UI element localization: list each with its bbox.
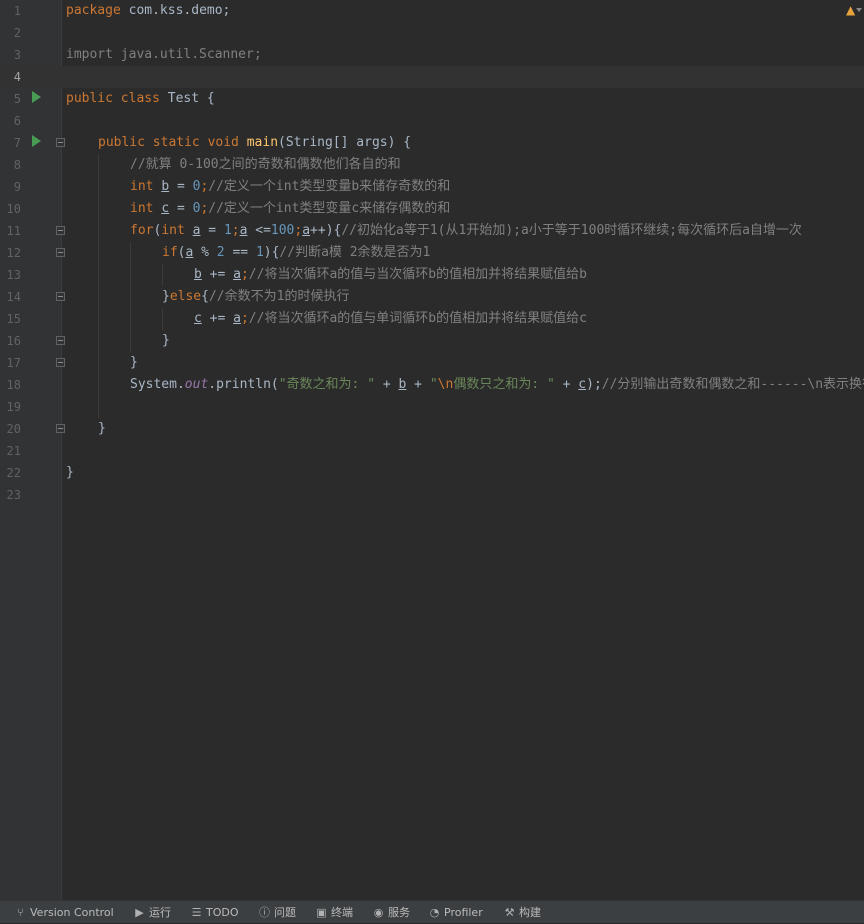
code-text: int b = 0;//定义一个int类型变量b来储存奇数的和: [130, 179, 451, 194]
line-number: 15: [6, 312, 21, 326]
tool-build[interactable]: ⚒ 构建: [503, 901, 541, 923]
fold-icon[interactable]: [56, 336, 65, 345]
warning-icon[interactable]: ▲: [846, 3, 855, 17]
fold-icon[interactable]: [56, 424, 65, 433]
build-icon: ⚒: [504, 906, 515, 919]
line-number: 4: [13, 70, 21, 84]
code-line[interactable]: 3 import java.util.Scanner;: [0, 44, 864, 66]
line-number: 14: [6, 290, 21, 304]
code-line[interactable]: 2: [0, 22, 864, 44]
fold-icon[interactable]: [56, 226, 65, 235]
code-comment: //就算 0-100之间的奇数和偶数他们各自的和: [130, 157, 401, 172]
terminal-icon: ▣: [316, 906, 327, 919]
code-text: }else{//余数不为1的时候执行: [162, 289, 350, 304]
code-line[interactable]: 11 for(int a = 1;a <=100;a++){//初始化a等于1(…: [0, 220, 864, 242]
fold-icon[interactable]: [56, 358, 65, 367]
line-number: 20: [6, 422, 21, 436]
fold-icon[interactable]: [56, 248, 65, 257]
line-number: 13: [6, 268, 21, 282]
code-text: }: [98, 421, 106, 436]
code-text: c += a;//将当次循环a的值与单词循环b的值相加并将结果赋值给c: [194, 311, 587, 326]
code-text: System.out.println("奇数之和为: " + b + "\n偶数…: [130, 377, 864, 392]
line-number: 6: [13, 114, 21, 128]
code-text: }: [130, 355, 138, 370]
line-number: 1: [13, 4, 21, 18]
code-text: if(a % 2 == 1){//判断a模 2余数是否为1: [162, 245, 431, 260]
code-line-current[interactable]: 4: [0, 66, 864, 88]
line-number: 8: [13, 158, 21, 172]
profiler-icon: ◔: [429, 906, 440, 919]
list-icon: ☰: [191, 906, 202, 919]
line-number: 7: [13, 136, 21, 150]
code-text: public class Test {: [66, 91, 215, 106]
fold-icon[interactable]: [56, 292, 65, 301]
code-line[interactable]: 9 int b = 0;//定义一个int类型变量b来储存奇数的和: [0, 176, 864, 198]
code-line[interactable]: 16 }: [0, 330, 864, 352]
line-number: 16: [6, 334, 21, 348]
code-line[interactable]: 22 }: [0, 462, 864, 484]
code-text: }: [162, 333, 170, 348]
code-line[interactable]: 20 }: [0, 418, 864, 440]
fold-icon[interactable]: [56, 138, 65, 147]
tool-services[interactable]: ◉ 服务: [372, 901, 410, 923]
line-number: 3: [13, 48, 21, 62]
line-number: 11: [6, 224, 21, 238]
run-main-icon[interactable]: [32, 135, 41, 147]
code-line[interactable]: 12 if(a % 2 == 1){//判断a模 2余数是否为1: [0, 242, 864, 264]
code-text: int c = 0;//定义一个int类型变量c来储存偶数的和: [130, 201, 451, 216]
line-number: 2: [13, 26, 21, 40]
tool-todo[interactable]: ☰ TODO: [190, 901, 239, 923]
tool-run[interactable]: ▶ 运行: [133, 901, 171, 923]
line-number: 21: [6, 444, 21, 458]
tool-window-bar: ⑂ Version Control ▶ 运行 ☰ TODO ⓘ 问题 ▣ 终端 ◉ 服务 ◔…: [0, 900, 864, 923]
tool-terminal[interactable]: ▣ 终端: [315, 901, 353, 923]
line-number: 22: [6, 466, 21, 480]
code-line[interactable]: 5 public class Test {: [0, 88, 864, 110]
tool-profiler[interactable]: ◔ Profiler: [428, 901, 483, 923]
code-line[interactable]: 1 package com.kss.demo;: [0, 0, 864, 22]
line-number: 10: [6, 202, 21, 216]
run-class-icon[interactable]: [32, 91, 41, 103]
chevron-down-icon[interactable]: [856, 8, 862, 12]
code-line[interactable]: 14 }else{//余数不为1的时候执行: [0, 286, 864, 308]
branch-icon: ⑂: [17, 906, 24, 919]
code-text: import java.util.Scanner;: [66, 47, 262, 62]
line-number: 23: [6, 488, 21, 502]
code-line[interactable]: 19: [0, 396, 864, 418]
code-text: public static void main(String[] args) {: [98, 135, 412, 150]
run-icon: ▶: [135, 906, 144, 919]
code-line[interactable]: 13 b += a;//将当次循环a的值与当次循环b的值相加并将结果赋值给b: [0, 264, 864, 286]
code-line[interactable]: 10 int c = 0;//定义一个int类型变量c来储存偶数的和: [0, 198, 864, 220]
code-line[interactable]: 21: [0, 440, 864, 462]
services-icon: ◉: [373, 906, 384, 919]
tool-problems[interactable]: ⓘ 问题: [258, 901, 296, 923]
code-text: }: [66, 465, 74, 480]
code-editor[interactable]: 1 package com.kss.demo; 2 3 import java.…: [0, 0, 864, 900]
line-number: 18: [6, 378, 21, 392]
code-line[interactable]: 8 //就算 0-100之间的奇数和偶数他们各自的和: [0, 154, 864, 176]
code-text: b += a;//将当次循环a的值与当次循环b的值相加并将结果赋值给b: [194, 267, 587, 282]
code-line[interactable]: 7 public static void main(String[] args)…: [0, 132, 864, 154]
code-text: for(int a = 1;a <=100;a++){//初始化a等于1(从1开…: [130, 223, 802, 238]
code-line[interactable]: 15 c += a;//将当次循环a的值与单词循环b的值相加并将结果赋值给c: [0, 308, 864, 330]
line-number: 19: [6, 400, 21, 414]
line-number: 17: [6, 356, 21, 370]
code-text: package com.kss.demo;: [66, 3, 231, 18]
code-line[interactable]: 6: [0, 110, 864, 132]
problems-icon: ⓘ: [259, 906, 270, 919]
line-number: 9: [13, 180, 21, 194]
code-line[interactable]: 18 System.out.println("奇数之和为: " + b + "\…: [0, 374, 864, 396]
line-number: 12: [6, 246, 21, 260]
code-line[interactable]: 17 }: [0, 352, 864, 374]
line-number: 5: [13, 92, 21, 106]
tool-version-control[interactable]: ⑂ Version Control: [14, 901, 114, 923]
code-line[interactable]: 23: [0, 484, 864, 506]
